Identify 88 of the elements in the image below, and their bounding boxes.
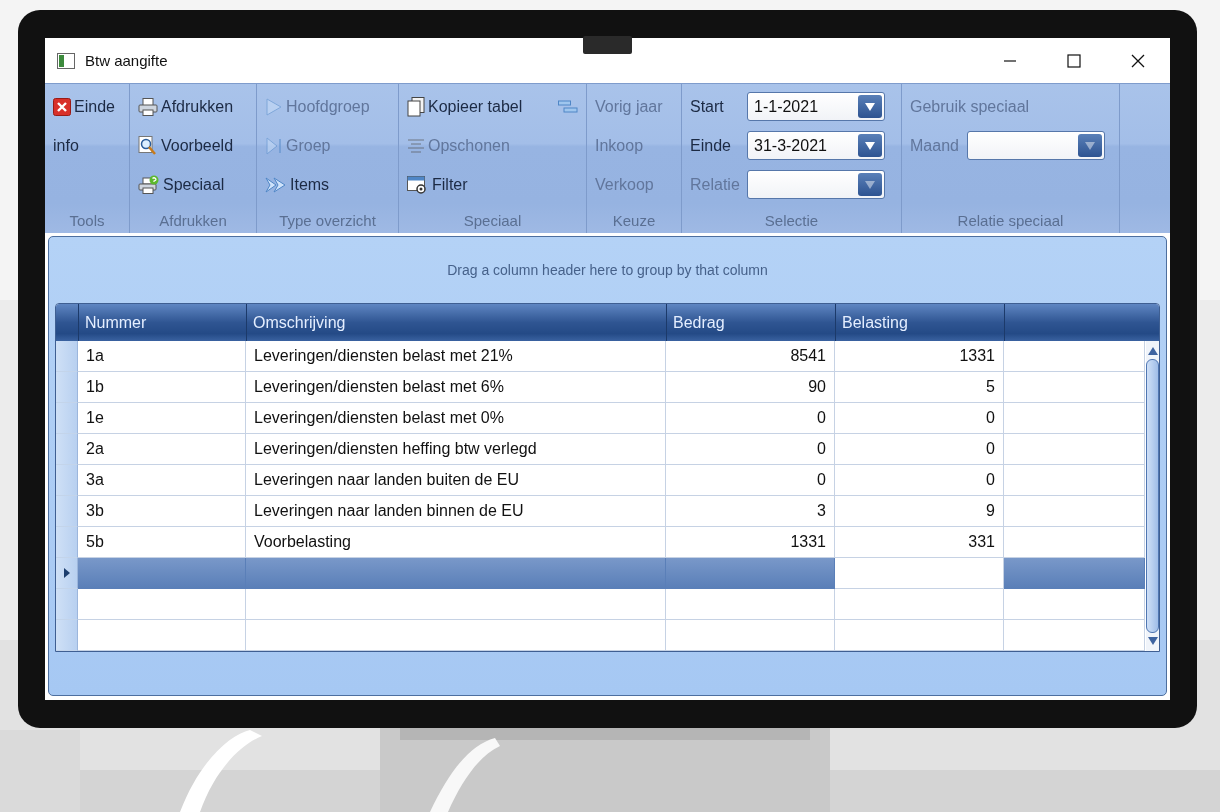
table-cell: 1a bbox=[86, 347, 104, 365]
scroll-down-icon[interactable] bbox=[1147, 637, 1158, 645]
ribbon-button[interactable]: Filter bbox=[407, 165, 468, 204]
minimize-icon bbox=[1003, 59, 1017, 62]
table-cell: 2a bbox=[86, 440, 104, 458]
table-cell: Leveringen naar landen binnen de EU bbox=[254, 502, 524, 520]
scrollbar[interactable] bbox=[1146, 341, 1159, 651]
table-cell: 3b bbox=[86, 502, 104, 520]
table-cell: 0 bbox=[817, 471, 826, 489]
date-dropdown[interactable]: 1-1-2021 bbox=[747, 92, 885, 121]
table-cell: Voorbelasting bbox=[254, 533, 351, 551]
column-header[interactable]: Bedrag bbox=[673, 313, 725, 332]
play-icon bbox=[265, 97, 283, 116]
group-label: Type overzicht bbox=[278, 210, 377, 231]
info-button[interactable]: info bbox=[53, 126, 79, 165]
table-cell: 1331 bbox=[959, 347, 995, 365]
table-cell: 3 bbox=[817, 502, 826, 520]
step-icon bbox=[265, 136, 283, 155]
window-title: Btw aangifte bbox=[85, 52, 168, 69]
caret-icon bbox=[864, 101, 876, 112]
table-cell: 1e bbox=[86, 409, 104, 427]
group-label: Speciaal bbox=[462, 210, 523, 231]
ribbon-button[interactable]: Items bbox=[265, 165, 330, 204]
copy-icon bbox=[407, 96, 425, 117]
table-row[interactable]: 1a Leveringen/diensten belast met 21% 8541 1331 bbox=[56, 341, 1146, 372]
magnifier-icon bbox=[138, 135, 158, 156]
table-cell: 0 bbox=[817, 409, 826, 427]
column-header[interactable]: Nummer bbox=[85, 313, 147, 332]
table-cell: 1b bbox=[86, 378, 104, 396]
table-cell: 331 bbox=[968, 533, 995, 551]
group-label: Selectie bbox=[763, 210, 820, 231]
table-cell: 3a bbox=[86, 471, 104, 489]
group-label: Keuze bbox=[611, 210, 657, 231]
lines-icon bbox=[407, 137, 425, 154]
caret-icon bbox=[864, 179, 876, 190]
table-cell: 1331 bbox=[790, 533, 826, 551]
table-cell: 9 bbox=[986, 502, 995, 520]
table-cell: Leveringen/diensten belast met 6% bbox=[254, 378, 504, 396]
group-label: Afdrukken bbox=[158, 210, 228, 231]
current-row-icon bbox=[63, 568, 70, 578]
table-cell: Leveringen/diensten heffing btw verlegd bbox=[254, 440, 537, 458]
einde-button[interactable]: Einde bbox=[53, 87, 115, 126]
table-row[interactable]: 3a Leveringen naar landen buiten de EU 0 0 bbox=[56, 465, 1146, 496]
table-cell: 5 bbox=[986, 378, 995, 396]
ribbon-button[interactable]: Kopieer tabel bbox=[407, 87, 523, 126]
table-cell: Leveringen/diensten belast met 21% bbox=[254, 347, 513, 365]
table-row[interactable]: 2a Leveringen/diensten heffing btw verlegd 0 0 bbox=[56, 434, 1146, 465]
caret-icon bbox=[1084, 140, 1096, 151]
field-label: Start bbox=[690, 97, 725, 116]
table-cell: 8541 bbox=[790, 347, 826, 365]
printer-icon bbox=[138, 97, 158, 116]
field-label: Einde bbox=[690, 136, 732, 155]
group-label: Relatie speciaal bbox=[956, 210, 1065, 231]
table-cell: 5b bbox=[86, 533, 104, 551]
double-chevron-icon bbox=[265, 175, 287, 194]
scroll-up-icon[interactable] bbox=[1147, 347, 1158, 355]
field-label: Maand bbox=[910, 136, 960, 155]
ribbon-button[interactable]: Speciaal bbox=[138, 165, 225, 204]
close-icon bbox=[1131, 53, 1145, 68]
column-header[interactable]: Belasting bbox=[842, 313, 908, 332]
table-row[interactable] bbox=[56, 558, 1146, 589]
table-cell: Leveringen naar landen buiten de EU bbox=[254, 471, 520, 489]
table-cell: 0 bbox=[817, 440, 826, 458]
date-dropdown[interactable]: 31-3-2021 bbox=[747, 131, 885, 160]
ribbon-button[interactable]: Voorbeeld bbox=[138, 126, 234, 165]
table-row[interactable]: 1b Leveringen/diensten belast met 6% 90 5 bbox=[56, 372, 1146, 403]
filter-icon bbox=[407, 175, 429, 194]
layout-icon[interactable] bbox=[558, 99, 578, 114]
table-cell: Leveringen/diensten belast met 0% bbox=[254, 409, 504, 427]
app-icon bbox=[57, 52, 75, 69]
column-header[interactable]: Omschrijving bbox=[253, 313, 346, 332]
field-label: Relatie bbox=[690, 175, 741, 194]
table-cell: 0 bbox=[986, 409, 995, 427]
table-row[interactable]: 1e Leveringen/diensten belast met 0% 0 0 bbox=[56, 403, 1146, 434]
month-dropdown[interactable] bbox=[967, 131, 1105, 160]
group-label: Tools bbox=[68, 210, 106, 231]
close-icon bbox=[53, 97, 71, 116]
date-dropdown[interactable] bbox=[747, 170, 885, 199]
table-cell: 0 bbox=[986, 440, 995, 458]
table-cell: 0 bbox=[986, 471, 995, 489]
camera-notch bbox=[583, 36, 632, 54]
caret-icon bbox=[864, 140, 876, 151]
ribbon-button[interactable]: Afdrukken bbox=[138, 87, 234, 126]
printer-icon bbox=[138, 174, 160, 195]
maximize-icon bbox=[1067, 53, 1081, 68]
table-row[interactable]: 3b Leveringen naar landen binnen de EU 3 9 bbox=[56, 496, 1146, 527]
group-hint: Drag a column header here to group by that column bbox=[447, 262, 768, 278]
table-cell: 90 bbox=[808, 378, 826, 396]
